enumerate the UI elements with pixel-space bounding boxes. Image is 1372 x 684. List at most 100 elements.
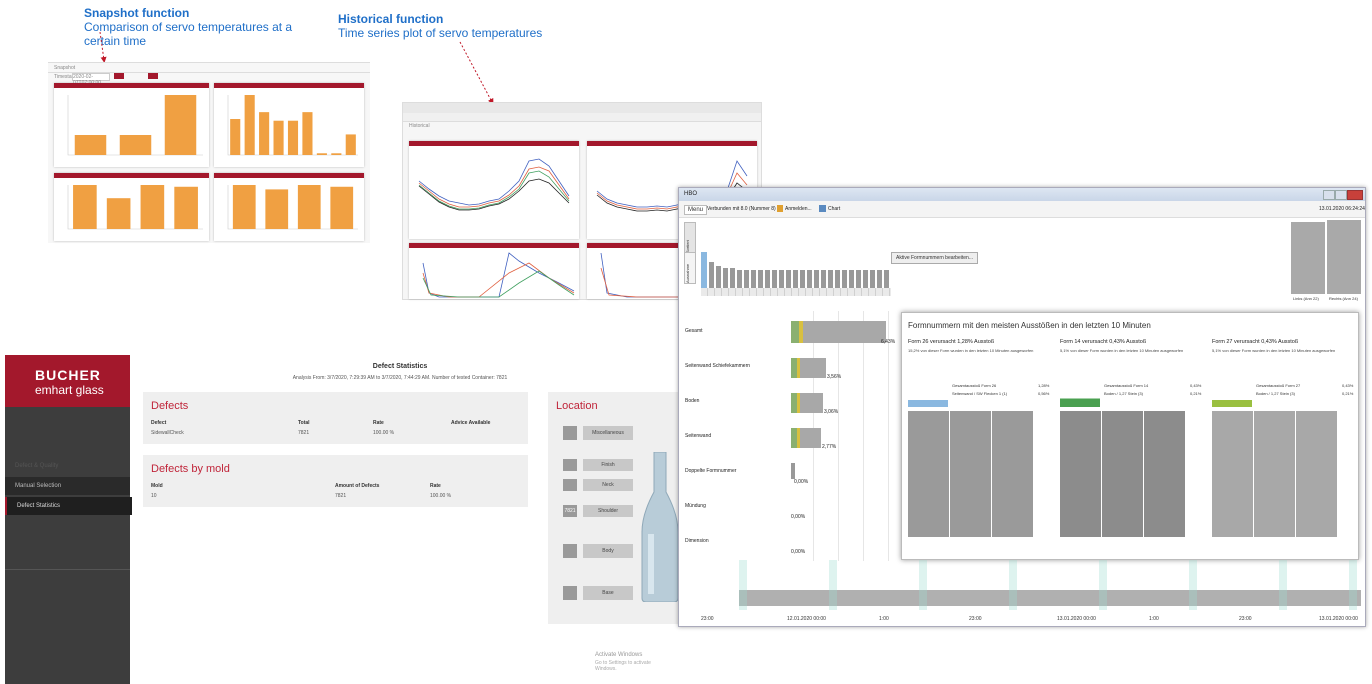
form-legend2: Seitenwand / SW Flecken 1 (1): [952, 391, 1008, 396]
analysis-range: Analysis From: 3/7/2020, 7:29:39 AM to 3…: [292, 375, 508, 381]
snapshot-chart-1-svg: [67, 95, 203, 156]
sidebar-item-defect-statistics[interactable]: Defect Statistics: [5, 497, 132, 515]
form-thumbnails: [1212, 411, 1338, 537]
form-legend1-val: 0,43%: [1342, 383, 1354, 388]
snapshot-chart-2: [214, 83, 364, 167]
col-advice: Advice Available: [451, 420, 491, 426]
minimize-button[interactable]: [1323, 190, 1335, 200]
historical-arrow: [459, 41, 494, 105]
maximize-button[interactable]: [1335, 190, 1347, 200]
mold-number-row: [701, 288, 891, 296]
location-finish-button[interactable]: Finish: [583, 459, 633, 471]
form-legend1-val: 1,28%: [1038, 383, 1050, 388]
bar-sidewall: [791, 428, 821, 448]
chart-icon: [819, 205, 826, 212]
col-mold[interactable]: Mold: [151, 483, 163, 489]
pct-sidewall: 2,77%: [822, 444, 837, 450]
chart-bar: [316, 153, 327, 155]
close-button[interactable]: [1347, 190, 1363, 200]
mold-number: 10: [151, 493, 157, 499]
form-title: Form 26 verursacht 1,28% Ausstoß: [908, 339, 995, 345]
chart-bar: [164, 95, 197, 155]
chart-bar: [302, 112, 313, 155]
tick-5: 13.01.2020 00:00: [1057, 616, 1096, 622]
snapshot-chart-4: [214, 173, 364, 241]
form-card-3: Form 27 verursacht 0,43% Ausstoß 5,1% vo…: [1212, 339, 1360, 553]
bucher-logo-line2: emhart glass: [35, 383, 104, 397]
snapshot-chart-3: [54, 173, 209, 241]
form-legend1: Gesamtausstoß Form 26: [952, 383, 997, 388]
location-count-finish: [563, 459, 577, 471]
chart-bar: [297, 185, 321, 229]
location-count-neck: [563, 479, 577, 491]
pct-total: 6,43%: [881, 339, 896, 345]
location-neck-button[interactable]: Neck: [583, 479, 633, 491]
chart-bar: [174, 186, 198, 229]
bar-total: [791, 321, 886, 343]
menu-button[interactable]: Menu: [684, 205, 708, 215]
chart-bar: [106, 198, 131, 229]
mold-bar-strip: [701, 248, 891, 288]
defects-by-mold-title: Defects by mold: [151, 463, 230, 475]
form-legend2-val: 0,56%: [1038, 391, 1050, 396]
chart-bar: [140, 185, 165, 229]
location-count-base: [563, 586, 577, 600]
snapshot-breadcrumb: Snapshot: [54, 65, 76, 71]
form-legend1: Gesamtausstoß Form 14: [1104, 383, 1149, 388]
location-count-shoulder: 7821: [563, 505, 577, 517]
bar-duplicate-mold: [791, 463, 795, 479]
snapshot-go-button[interactable]: [114, 73, 124, 79]
form-thumbnails: [908, 411, 1034, 537]
chart-bar: [119, 135, 152, 155]
tab-ausnahme[interactable]: Ausnahme: [684, 252, 696, 284]
location-shoulder-button[interactable]: Shoulder: [583, 505, 633, 517]
bucher-logo-line1: BUCHER: [35, 367, 101, 383]
hbo-window-title: HBO: [684, 191, 698, 197]
col-defect[interactable]: Defect: [151, 420, 166, 426]
category-label-sidewall-skew: Seitenwand Schiefekammern: [685, 363, 751, 369]
col-rate[interactable]: Rate: [373, 420, 384, 426]
hbo-toolbar: Menu Verbunden mit 8.0 (Nummer 8) Anmeld…: [679, 201, 1365, 218]
bar-base: [791, 393, 823, 413]
snapshot-reset-button[interactable]: [148, 73, 158, 79]
col-amount[interactable]: Amount of Defects: [335, 483, 379, 489]
form-legend2: Boden / 1,27 Stein (3): [1256, 391, 1295, 396]
historical-chart-1-svg: [418, 158, 570, 211]
defects-panel: Defects Defect Total Rate Advice Availab…: [143, 392, 528, 444]
connection-status: Verbunden mit 8.0 (Nummer 8): [707, 206, 776, 212]
form-legend2: Boden / 1,27 Stein (3): [1104, 391, 1143, 396]
location-miscellaneous-button[interactable]: Miscellaneous: [583, 426, 633, 440]
tick-3: 1:00: [879, 616, 889, 622]
active-molds-button[interactable]: Aktive Formnummern bearbeiten...: [891, 252, 978, 264]
col-mold-rate[interactable]: Rate: [430, 483, 441, 489]
page-title: Defect Statistics: [372, 363, 428, 370]
snapshot-chart-1: [54, 83, 209, 167]
chart-bar: [330, 186, 354, 229]
right-histogram: Links (Ann 22) Rechts (Ann 24): [1291, 218, 1361, 301]
sidebar-item-manual-selection[interactable]: Manual Selection: [5, 477, 130, 495]
hbo-titlebar: HBO: [679, 188, 1365, 201]
category-label-total: Gesamt: [685, 328, 703, 334]
category-list: Gesamt Seitenwand Schiefekammern Boden S…: [679, 303, 896, 563]
form-card-1: Form 26 verursacht 1,28% Ausstoß 15,2% v…: [908, 339, 1056, 553]
location-count-body: [563, 544, 577, 558]
bucher-sidebar: Defect & Quality Manual Selection Defect…: [5, 407, 132, 684]
location-base-button[interactable]: Base: [583, 586, 633, 600]
category-label-base: Boden: [685, 398, 700, 404]
col-total[interactable]: Total: [298, 420, 310, 426]
snapshot-chart-2-svg: [227, 95, 358, 156]
defects-by-mold-panel: Defects by mold Mold Amount of Defects R…: [143, 455, 528, 507]
form-legend2-val: 0,21%: [1190, 391, 1202, 396]
location-panel: Location Miscellaneous Finish Neck 7821 …: [548, 392, 679, 624]
bucher-logo: BUCHER emhart glass: [5, 355, 130, 407]
pct-base: 3,06%: [824, 409, 839, 415]
timestamp-input[interactable]: 2020-02-07T07:00:00: [72, 73, 110, 86]
login-button[interactable]: Anmelden...: [785, 206, 812, 212]
chart-bar: [232, 185, 256, 229]
tab-sortiert[interactable]: Sortiert: [684, 222, 696, 254]
location-body-button[interactable]: Body: [583, 544, 633, 558]
chart-bar: [345, 134, 356, 155]
form-sparkline: [1212, 383, 1252, 407]
defects-title: Defects: [151, 400, 189, 412]
chart-button[interactable]: Chart: [828, 206, 840, 212]
